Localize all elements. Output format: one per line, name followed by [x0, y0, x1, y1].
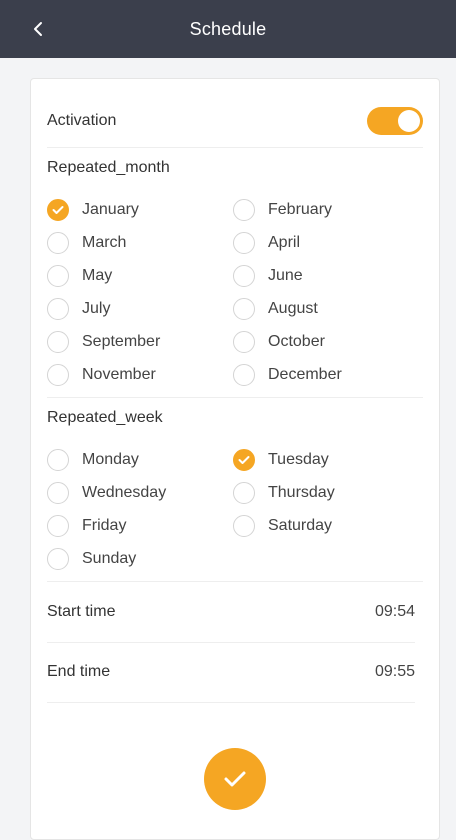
week-option-label: Sunday [82, 550, 137, 567]
week-option-label: Friday [82, 517, 127, 534]
month-option-february[interactable]: February [233, 198, 419, 222]
app-header: Schedule [0, 0, 456, 58]
start-time-row[interactable]: Start time 09:54 [47, 582, 415, 643]
page-title: Schedule [189, 18, 267, 39]
radio-icon[interactable] [233, 265, 255, 287]
week-option-label: Tuesday [268, 451, 329, 468]
radio-icon[interactable] [233, 199, 255, 221]
activation-toggle[interactable] [367, 107, 423, 135]
week-option-saturday[interactable]: Saturday [233, 514, 419, 538]
activation-row: Activation [47, 95, 423, 148]
repeated-week-title: Repeated_week [47, 409, 163, 426]
month-option-april[interactable]: April [233, 231, 419, 255]
month-option-label: September [82, 333, 161, 350]
week-option-sunday[interactable]: Sunday [47, 547, 233, 571]
month-option-label: February [268, 201, 333, 218]
week-option-label: Wednesday [82, 484, 167, 501]
radio-icon[interactable] [233, 482, 255, 504]
week-option-friday[interactable]: Friday [47, 514, 233, 538]
checked-radio-icon[interactable] [47, 199, 69, 221]
month-option-label: November [82, 366, 156, 383]
radio-icon[interactable] [233, 364, 255, 386]
radio-icon[interactable] [47, 232, 69, 254]
toggle-knob [398, 110, 420, 132]
divider [47, 397, 423, 398]
month-option-label: August [268, 300, 318, 317]
week-option-wednesday[interactable]: Wednesday [47, 481, 233, 505]
month-option-label: October [268, 333, 325, 350]
month-option-october[interactable]: October [233, 330, 419, 354]
month-option-march[interactable]: March [47, 231, 233, 255]
month-option-label: December [268, 366, 342, 383]
month-option-june[interactable]: June [233, 264, 419, 288]
month-option-label: January [82, 201, 139, 218]
month-option-august[interactable]: August [233, 297, 419, 321]
month-option-label: May [82, 267, 113, 284]
week-option-label: Saturday [268, 517, 333, 534]
checked-radio-icon[interactable] [233, 449, 255, 471]
radio-icon[interactable] [47, 515, 69, 537]
confirm-button[interactable] [204, 748, 266, 810]
month-option-november[interactable]: November [47, 363, 233, 387]
schedule-card: Activation Repeated_month January Februar… [30, 78, 440, 840]
radio-icon[interactable] [233, 515, 255, 537]
month-option-may[interactable]: May [47, 264, 233, 288]
radio-icon[interactable] [47, 298, 69, 320]
month-options: January February March April May June July Augu… [47, 198, 427, 387]
radio-icon[interactable] [47, 548, 69, 570]
repeated-month-title: Repeated_month [47, 159, 170, 176]
week-options: Monday Tuesday Wednesday Thursday Friday Satu… [47, 448, 427, 571]
week-option-label: Thursday [268, 484, 335, 501]
week-option-monday[interactable]: Monday [47, 448, 233, 472]
end-time-value: 09:55 [374, 663, 415, 680]
month-option-january[interactable]: January [47, 198, 233, 222]
week-option-tuesday[interactable]: Tuesday [233, 448, 419, 472]
start-time-value: 09:54 [374, 603, 415, 620]
radio-icon[interactable] [47, 482, 69, 504]
month-option-label: April [268, 234, 301, 251]
end-time-label: End time [47, 663, 111, 680]
activation-label: Activation [47, 112, 117, 129]
start-time-label: Start time [47, 603, 116, 620]
radio-icon[interactable] [233, 298, 255, 320]
week-option-thursday[interactable]: Thursday [233, 481, 419, 505]
radio-icon[interactable] [47, 449, 69, 471]
back-button[interactable] [24, 14, 52, 44]
month-option-september[interactable]: September [47, 330, 233, 354]
checkmark-icon [224, 771, 246, 787]
end-time-row[interactable]: End time 09:55 [47, 642, 415, 703]
month-option-december[interactable]: December [233, 363, 419, 387]
month-option-label: June [268, 267, 303, 284]
month-option-july[interactable]: July [47, 297, 233, 321]
month-option-label: July [82, 300, 111, 317]
radio-icon[interactable] [47, 364, 69, 386]
week-option-label: Monday [82, 451, 139, 468]
month-option-label: March [82, 234, 127, 251]
chevron-left-icon [34, 22, 42, 36]
radio-icon[interactable] [233, 232, 255, 254]
radio-icon[interactable] [47, 265, 69, 287]
radio-icon[interactable] [233, 331, 255, 353]
radio-icon[interactable] [47, 331, 69, 353]
